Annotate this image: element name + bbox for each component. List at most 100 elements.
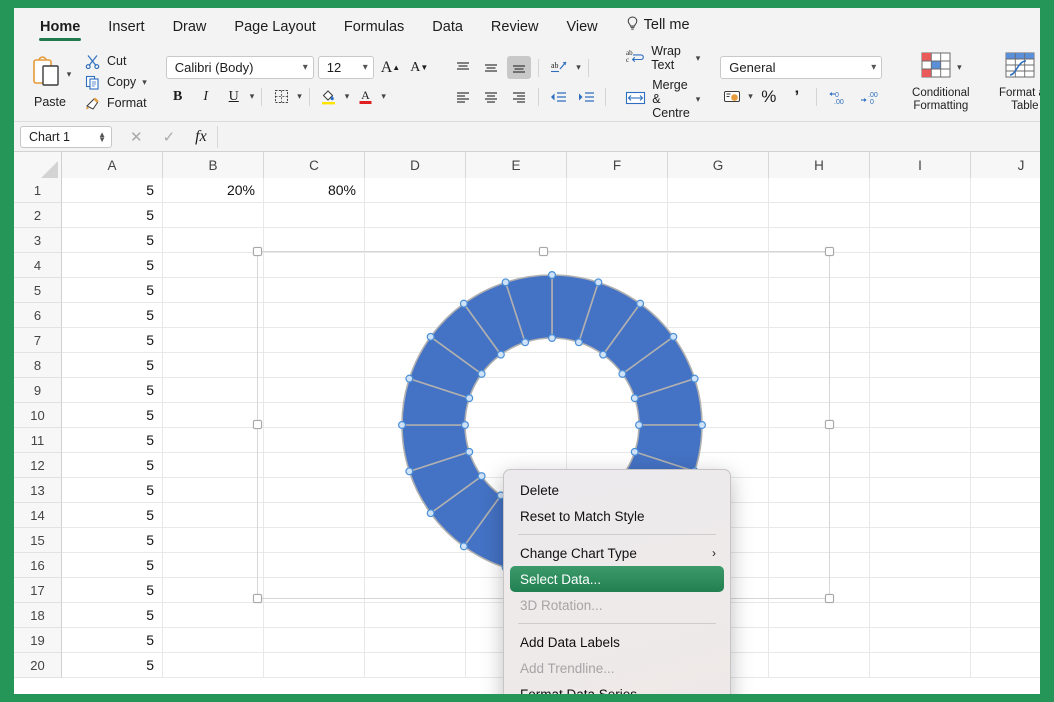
align-middle-button[interactable] — [479, 56, 503, 79]
cell-A9[interactable]: 5 — [62, 378, 163, 403]
cell-E3[interactable] — [466, 228, 567, 253]
cell-I11[interactable] — [870, 428, 971, 453]
copy-chevron-down-icon[interactable]: ▾ — [142, 77, 147, 88]
merge-centre-button[interactable]: Merge & Centre ▾ — [625, 78, 700, 120]
column-header-e[interactable]: E — [466, 152, 567, 178]
cell-J7[interactable] — [971, 328, 1040, 353]
cell-J14[interactable] — [971, 503, 1040, 528]
borders-button[interactable] — [269, 85, 293, 108]
data-point-marker[interactable] — [427, 510, 434, 517]
row-header-8[interactable]: 8 — [14, 353, 62, 378]
cell-B14[interactable] — [163, 503, 264, 528]
accounting-chevron-down-icon[interactable]: ▾ — [748, 91, 753, 102]
chart-context-menu[interactable]: DeleteReset to Match StyleChange Chart T… — [503, 469, 731, 694]
cell-F1[interactable] — [567, 178, 668, 203]
cancel-formula-button[interactable]: ✕ — [130, 128, 143, 146]
data-point-marker[interactable] — [619, 370, 626, 377]
cell-B6[interactable] — [163, 303, 264, 328]
row-header-13[interactable]: 13 — [14, 478, 62, 503]
row-header-14[interactable]: 14 — [14, 503, 62, 528]
data-point-marker[interactable] — [462, 422, 469, 429]
cell-J17[interactable] — [971, 578, 1040, 603]
cell-J12[interactable] — [971, 453, 1040, 478]
row-header-7[interactable]: 7 — [14, 328, 62, 353]
cell-J19[interactable] — [971, 628, 1040, 653]
cell-I2[interactable] — [870, 203, 971, 228]
data-point-marker[interactable] — [460, 543, 467, 550]
cell-C19[interactable] — [264, 628, 365, 653]
cell-A4[interactable]: 5 — [62, 253, 163, 278]
cell-I1[interactable] — [870, 178, 971, 203]
cell-J20[interactable] — [971, 653, 1040, 678]
cell-A18[interactable]: 5 — [62, 603, 163, 628]
row-header-16[interactable]: 16 — [14, 553, 62, 578]
merge-centre-chevron-down-icon[interactable]: ▾ — [696, 94, 701, 105]
data-point-marker[interactable] — [549, 335, 556, 342]
row-header-18[interactable]: 18 — [14, 603, 62, 628]
chart-resize-handle-middle-right[interactable] — [825, 420, 834, 429]
cell-C2[interactable] — [264, 203, 365, 228]
cell-B5[interactable] — [163, 278, 264, 303]
cut-button[interactable]: Cut — [84, 53, 147, 69]
row-header-1[interactable]: 1 — [14, 178, 62, 203]
cell-I19[interactable] — [870, 628, 971, 653]
cell-J9[interactable] — [971, 378, 1040, 403]
data-point-marker[interactable] — [631, 448, 638, 455]
cell-D1[interactable] — [365, 178, 466, 203]
row-header-20[interactable]: 20 — [14, 653, 62, 678]
cell-H3[interactable] — [769, 228, 870, 253]
cell-B4[interactable] — [163, 253, 264, 278]
row-header-2[interactable]: 2 — [14, 203, 62, 228]
cell-J15[interactable] — [971, 528, 1040, 553]
cell-E2[interactable] — [466, 203, 567, 228]
cell-I3[interactable] — [870, 228, 971, 253]
cell-C18[interactable] — [264, 603, 365, 628]
cell-I12[interactable] — [870, 453, 971, 478]
column-header-g[interactable]: G — [668, 152, 769, 178]
cell-F3[interactable] — [567, 228, 668, 253]
cell-I10[interactable] — [870, 403, 971, 428]
orientation-button[interactable]: ab — [546, 56, 572, 79]
data-point-marker[interactable] — [406, 375, 413, 382]
data-point-marker[interactable] — [670, 333, 677, 340]
column-header-j[interactable]: J — [971, 152, 1040, 178]
column-header-h[interactable]: H — [769, 152, 870, 178]
number-format-select[interactable]: General ▾ — [720, 56, 882, 79]
borders-chevron-down-icon[interactable]: ▾ — [297, 91, 302, 102]
row-header-15[interactable]: 15 — [14, 528, 62, 553]
menu-item-format-data-series[interactable]: Format Data Series... — [504, 681, 730, 694]
align-top-button[interactable] — [451, 56, 475, 79]
cell-I7[interactable] — [870, 328, 971, 353]
cell-B15[interactable] — [163, 528, 264, 553]
cell-I4[interactable] — [870, 253, 971, 278]
select-all-corner[interactable] — [14, 152, 62, 178]
chart-resize-handle-top-left[interactable] — [253, 247, 262, 256]
cell-I16[interactable] — [870, 553, 971, 578]
name-box[interactable]: Chart 1 ▲▼ — [20, 126, 112, 148]
cell-A1[interactable]: 5 — [62, 178, 163, 203]
cell-I17[interactable] — [870, 578, 971, 603]
increase-indent-button[interactable] — [574, 85, 598, 108]
tab-home[interactable]: Home — [26, 19, 94, 42]
column-header-f[interactable]: F — [567, 152, 668, 178]
cell-D20[interactable] — [365, 653, 466, 678]
underline-button[interactable]: U — [222, 85, 246, 108]
conditional-formatting-chevron-down-icon[interactable]: ▾ — [957, 62, 962, 73]
cell-C20[interactable] — [264, 653, 365, 678]
data-point-marker[interactable] — [466, 448, 473, 455]
menu-item-reset-to-match-style[interactable]: Reset to Match Style — [504, 503, 730, 529]
cell-A7[interactable]: 5 — [62, 328, 163, 353]
row-header-12[interactable]: 12 — [14, 453, 62, 478]
cell-G2[interactable] — [668, 203, 769, 228]
cell-H19[interactable] — [769, 628, 870, 653]
increase-font-size-button[interactable]: A▲ — [378, 56, 403, 79]
cell-J16[interactable] — [971, 553, 1040, 578]
cell-H2[interactable] — [769, 203, 870, 228]
cell-A16[interactable]: 5 — [62, 553, 163, 578]
font-size-select[interactable]: 12 ▾ — [318, 56, 374, 79]
wrap-text-chevron-down-icon[interactable]: ▾ — [696, 53, 701, 64]
cell-H20[interactable] — [769, 653, 870, 678]
data-point-marker[interactable] — [631, 395, 638, 402]
row-header-6[interactable]: 6 — [14, 303, 62, 328]
cell-I13[interactable] — [870, 478, 971, 503]
